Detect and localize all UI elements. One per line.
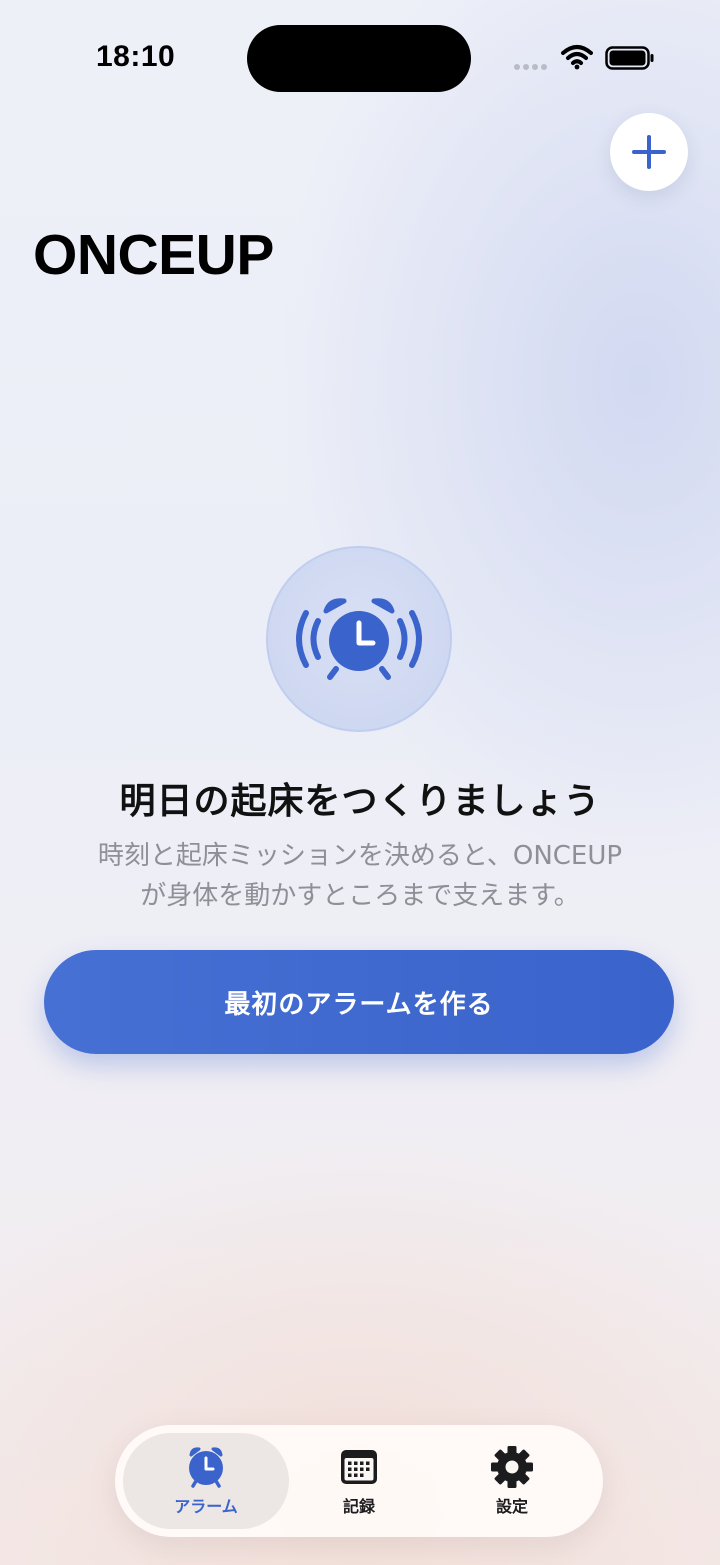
empty-state-description-line1: 時刻と起床ミッションを決めると、ONCEUP <box>97 841 623 871</box>
calendar-icon <box>341 1450 377 1484</box>
empty-state-description-line2: が身体を動かすところまで支えます。 <box>140 881 580 911</box>
dynamic-island <box>247 25 471 92</box>
gear-icon <box>491 1446 533 1488</box>
empty-state-title: 明日の起床をつくりましょう <box>119 781 601 822</box>
empty-state-description: 時刻と起床ミッションを決めると、ONCEUP が身体を動かすところまで支えます。 <box>60 836 660 916</box>
create-first-alarm-button[interactable]: 最初のアラームを作る <box>44 950 674 1054</box>
page-title: ONCEUP <box>33 223 274 287</box>
tab-records[interactable]: 記録 <box>276 1433 442 1529</box>
tab-settings[interactable]: 設定 <box>429 1433 595 1529</box>
plus-icon <box>632 135 666 169</box>
status-time: 18:10 <box>96 40 176 73</box>
signal-dots-icon <box>514 64 550 70</box>
tab-records-label: 記録 <box>342 1497 375 1516</box>
tab-alarm-label: アラーム <box>174 1497 238 1516</box>
empty-state-icon-circle <box>266 546 452 732</box>
add-alarm-button[interactable] <box>610 113 688 191</box>
tab-settings-label: 設定 <box>495 1497 528 1516</box>
tab-bar: アラーム 記録 設定 <box>115 1425 603 1537</box>
tab-alarm[interactable]: アラーム <box>123 1433 289 1529</box>
battery-icon <box>605 46 654 70</box>
wifi-icon <box>561 45 593 70</box>
alarm-clock-icon <box>189 1447 223 1488</box>
alarm-clock-ringing-icon <box>296 598 422 680</box>
